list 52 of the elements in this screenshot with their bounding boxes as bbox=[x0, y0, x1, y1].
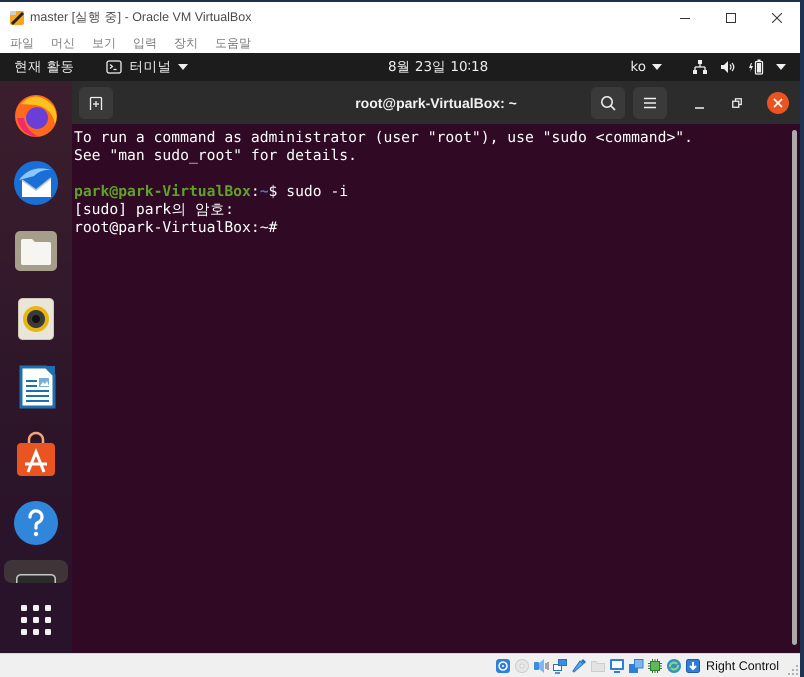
battery-icon bbox=[748, 59, 764, 75]
terminal-icon bbox=[106, 60, 122, 74]
host-key-label: Right Control bbox=[706, 658, 779, 672]
caret-icon bbox=[776, 64, 786, 70]
app-menu[interactable]: 터미널 bbox=[98, 54, 196, 80]
search-button[interactable] bbox=[591, 86, 625, 118]
close-icon bbox=[773, 98, 783, 108]
caret-icon bbox=[652, 64, 662, 70]
menu-item[interactable]: 도움말 bbox=[214, 34, 252, 52]
search-icon bbox=[600, 94, 616, 110]
window-title: master [실행 중] - Oracle VM VirtualBox bbox=[30, 9, 252, 26]
resize-grip-icon[interactable] bbox=[788, 665, 798, 675]
menu-item[interactable]: 보기 bbox=[91, 34, 117, 52]
terminal-icon bbox=[16, 574, 56, 583]
menu-icon bbox=[643, 96, 657, 108]
show-apps-button[interactable] bbox=[21, 604, 51, 634]
speaker-icon bbox=[720, 60, 736, 74]
terminal-title: root@park-VirtualBox: ~ bbox=[355, 94, 517, 110]
scrollbar[interactable] bbox=[792, 130, 797, 645]
windows-icon[interactable] bbox=[628, 658, 644, 674]
mail-icon bbox=[12, 159, 60, 207]
menu-item[interactable]: 파일 bbox=[9, 34, 35, 52]
activities-button[interactable]: 현재 활동 bbox=[0, 54, 86, 80]
network-icon[interactable] bbox=[552, 658, 568, 674]
terminal-line: park@park-VirtualBox:~$ sudo -i bbox=[74, 183, 348, 201]
menu-item[interactable]: 머신 bbox=[50, 34, 76, 52]
sync-arrows-icon[interactable] bbox=[666, 658, 682, 674]
usb-stick-icon[interactable] bbox=[571, 658, 588, 674]
grid-icon bbox=[21, 604, 51, 634]
close-button[interactable] bbox=[767, 92, 789, 114]
new-tab-icon bbox=[88, 94, 104, 110]
input-source-menu[interactable]: ko bbox=[622, 54, 670, 80]
terminal-line: [sudo] park의 암호: bbox=[74, 201, 234, 219]
speaker-icon[interactable] bbox=[533, 658, 550, 674]
network-icon bbox=[692, 60, 708, 74]
terminal-line: To run a command as administrator (user "root"), use "sudo <command>". bbox=[74, 129, 693, 147]
dock-item[interactable] bbox=[4, 560, 68, 583]
menu-item[interactable]: 입력 bbox=[132, 34, 158, 52]
clock[interactable]: 8월 23일 10∶18 bbox=[380, 54, 496, 80]
help-icon bbox=[12, 499, 60, 547]
monitor-icon[interactable] bbox=[609, 658, 626, 674]
menu-item[interactable]: 장치 bbox=[173, 34, 199, 52]
caret-icon bbox=[178, 64, 188, 70]
minimize-icon bbox=[694, 106, 704, 108]
close-icon bbox=[772, 12, 782, 22]
maximize-icon bbox=[726, 12, 736, 22]
terminal-line: root@park-VirtualBox:~# bbox=[74, 219, 278, 237]
menu-button[interactable] bbox=[633, 86, 667, 118]
restore-icon bbox=[732, 98, 742, 108]
new-tab-button[interactable] bbox=[79, 86, 113, 118]
terminal-line: See "man sudo_root" for details. bbox=[74, 147, 357, 165]
app-icon bbox=[9, 10, 25, 26]
